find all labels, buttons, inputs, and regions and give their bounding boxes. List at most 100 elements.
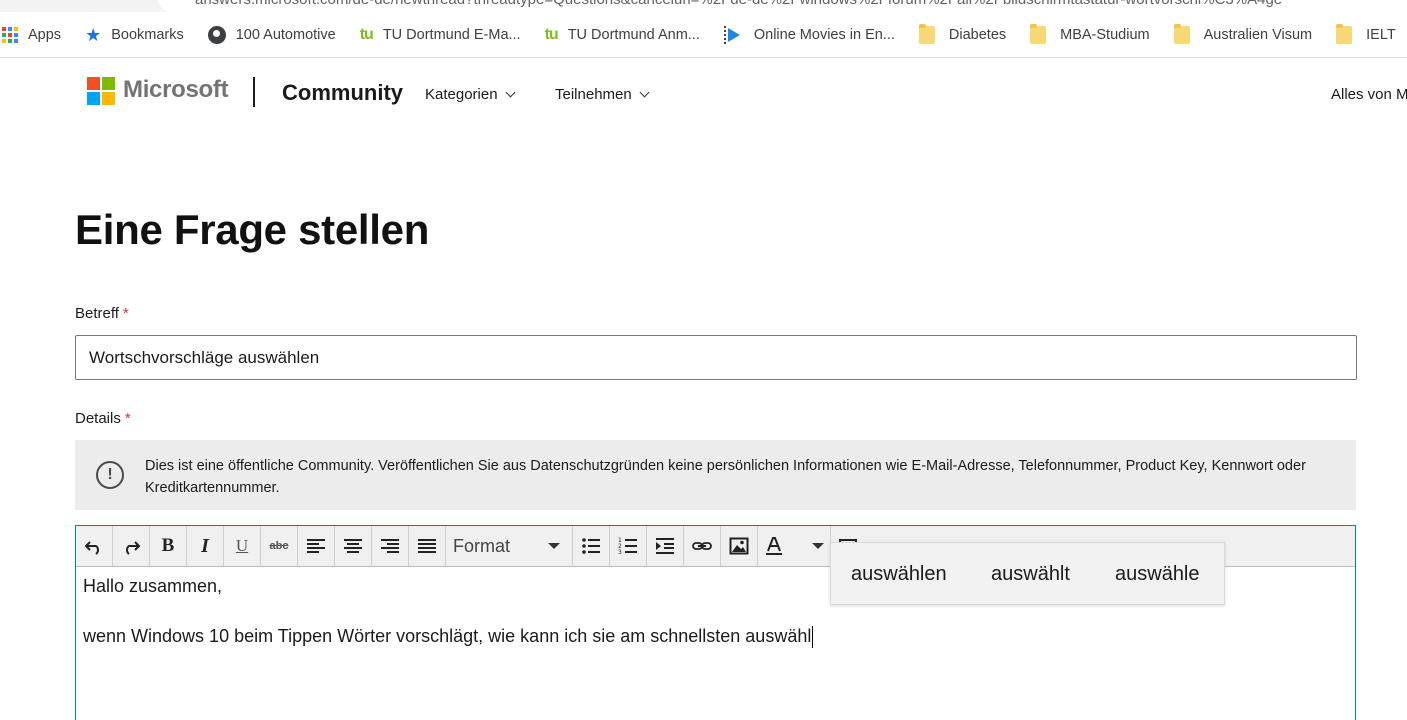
justify-button[interactable] [409,526,446,566]
indent-icon [656,538,674,554]
align-left-icon [307,539,325,553]
align-center-button[interactable] [335,526,372,566]
bullet-list-button[interactable] [573,526,610,566]
bookmark-label: TU Dortmund Anm... [567,26,700,43]
nav-label: Kategorien [425,86,498,103]
bookmark-tu-anmeldung[interactable]: tu TU Dortmund Anm... [545,26,700,44]
bookmark-diabetes[interactable]: Diabetes [918,23,1006,44]
details-label-text: Details [75,410,121,427]
suggestion-item[interactable]: auswählen [851,563,947,586]
search-scope-dropdown[interactable]: Alles von M [1331,86,1407,103]
editor-line-question: wenn Windows 10 beim Tippen Wörter vorsc… [83,623,814,649]
bold-icon: B [161,535,175,556]
redo-button[interactable] [113,526,150,566]
nav-teilnehmen[interactable]: Teilnehmen [555,86,650,103]
bookmark-mba-studium[interactable]: MBA-Studium [1030,23,1150,44]
privacy-notice: ! Dies ist eine öffentliche Community. V… [75,440,1356,510]
strikethrough-button[interactable]: abc [261,526,298,566]
justify-icon [418,539,436,553]
info-exclamation-icon: ! [96,461,124,489]
nav-kategorien[interactable]: Kategorien [425,86,516,103]
bullet-list-icon [582,538,600,554]
bookmark-label: TU Dortmund E-Ma... [382,26,521,43]
svg-text:3: 3 [618,549,622,556]
play-icon [723,25,744,44]
undo-icon [84,541,99,555]
bold-button[interactable]: B [150,526,187,566]
tu-logo-icon: tu [359,25,374,43]
caret-down-icon [812,543,824,549]
format-dropdown[interactable]: Format [446,526,573,566]
indent-button[interactable] [647,526,684,566]
strikethrough-icon: abc [269,540,289,552]
subject-label-text: Betreff [75,305,119,322]
suggestion-item[interactable]: auswählt [991,563,1070,586]
tu-logo-icon: tu [544,25,559,43]
bookmark-label: Apps [28,26,62,43]
align-right-button[interactable] [372,526,409,566]
bookmark-label: IELT [1366,26,1396,43]
folder-icon [1173,23,1190,44]
bookmark-apps[interactable]: Apps [2,26,62,43]
align-right-icon [381,539,399,553]
privacy-notice-text: Dies ist eine öffentliche Community. Ver… [145,458,1306,496]
browser-address-bar[interactable]: answers.microsoft.com/de-de/newthread?th… [0,0,1407,12]
globe-icon [207,25,226,44]
required-marker: * [124,410,131,427]
bookmark-online-movies[interactable]: Online Movies in En... [723,25,895,44]
bookmark-label: Bookmarks [111,26,184,43]
align-center-icon [344,539,362,553]
required-marker: * [122,305,129,322]
undo-button[interactable] [76,526,113,566]
address-url[interactable]: answers.microsoft.com/de-de/newthread?th… [195,0,1282,8]
subject-label: Betreff * [75,305,129,322]
microsoft-wordmark[interactable]: Microsoft [123,76,229,104]
header-divider [253,77,255,107]
bookmark-100-automotive[interactable]: 100 Automotive [207,25,336,44]
folder-icon [918,23,935,44]
chevron-down-icon [639,87,650,98]
italic-icon: I [201,534,209,557]
text-cursor [812,626,814,649]
bookmarks-bar: Apps ★ Bookmarks 100 Automotive tu TU Do… [0,12,1407,58]
align-left-button[interactable] [298,526,335,566]
details-label: Details * [75,410,131,427]
format-dropdown-label: Format [453,535,511,556]
page-title: Eine Frage stellen [75,206,430,253]
font-color-icon [766,537,782,555]
editor-line-greeting: Hallo zusammen, [83,576,223,596]
bookmark-bookmarks[interactable]: ★ Bookmarks [85,26,184,44]
underline-button[interactable]: U [224,526,261,566]
editor-line-question-text: wenn Windows 10 beim Tippen Wörter vorsc… [83,626,812,646]
bookmark-australien-visum[interactable]: Australien Visum [1173,23,1313,44]
folder-icon [1030,23,1047,44]
italic-button[interactable]: I [187,526,224,566]
folder-icon [1336,23,1353,44]
apps-grid-icon [2,26,18,43]
bookmark-label: 100 Automotive [235,26,336,43]
font-color-dropdown[interactable] [758,526,831,566]
numbered-list-button[interactable]: 123 [610,526,647,566]
word-suggestion-bar: auswählen auswählt auswähle [830,542,1225,605]
bookmark-ielts[interactable]: IELT [1336,23,1396,44]
nav-label: Teilnehmen [555,86,632,103]
bookmark-label: Online Movies in En... [753,26,895,43]
link-icon [692,542,712,550]
chevron-down-icon [505,87,516,98]
image-icon [729,537,749,555]
community-link[interactable]: Community [282,80,403,106]
bookmark-tu-email[interactable]: tu TU Dortmund E-Ma... [360,26,521,44]
underline-icon: U [235,536,249,555]
microsoft-logo-icon[interactable] [87,77,115,105]
numbered-list-icon: 123 [618,537,637,556]
bookmark-label: MBA-Studium [1060,26,1150,43]
star-icon: ★ [85,24,102,45]
suggestion-item[interactable]: auswähle [1115,563,1200,586]
redo-icon [126,541,141,555]
insert-image-button[interactable] [721,526,758,566]
insert-link-button[interactable] [684,526,721,566]
bookmark-label: Australien Visum [1203,26,1313,43]
subject-input[interactable] [75,335,1357,380]
site-header: Microsoft Community Kategorien Teilnehme… [0,58,1407,130]
editor-content[interactable]: Hallo zusammen, wenn Windows 10 beim Tip… [83,573,814,649]
